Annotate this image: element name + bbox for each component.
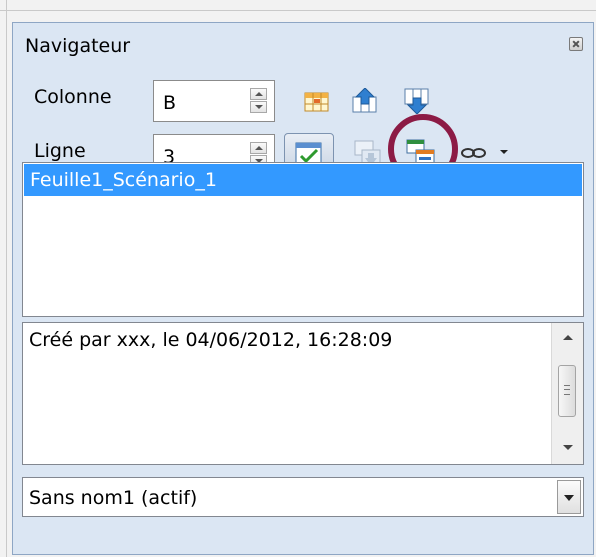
description-text: Créé par xxx, le 04/06/2012, 16:28:09 [29, 329, 393, 351]
column-value[interactable]: B [163, 92, 176, 114]
grid-line [6, 0, 7, 557]
row-label: Ligne [34, 140, 86, 162]
scroll-thumb[interactable] [558, 365, 576, 417]
column-spinbox[interactable]: B [153, 80, 275, 122]
scroll-down-icon[interactable] [552, 434, 583, 464]
start-icon[interactable] [352, 88, 380, 116]
chevron-down-icon[interactable] [557, 480, 581, 514]
list-item[interactable]: Feuille1_Scénario_1 [24, 164, 582, 196]
column-label: Colonne [34, 86, 112, 108]
column-spin-arrows[interactable] [250, 88, 267, 114]
spin-up-icon[interactable] [250, 142, 267, 154]
scenario-list[interactable]: Feuille1_Scénario_1 [22, 162, 584, 317]
document-select[interactable]: Sans nom1 (actif) [22, 477, 584, 517]
scenario-description[interactable]: Créé par xxx, le 04/06/2012, 16:28:09 [22, 322, 584, 465]
window-title: Navigateur [25, 35, 131, 57]
spin-up-icon[interactable] [250, 88, 267, 100]
grid-line [0, 10, 596, 11]
data-range-icon[interactable] [304, 90, 332, 118]
close-icon[interactable] [569, 37, 583, 51]
vertical-scrollbar[interactable] [551, 323, 583, 464]
document-select-value: Sans nom1 (actif) [29, 487, 198, 509]
spin-down-icon[interactable] [250, 101, 267, 113]
end-icon[interactable] [404, 88, 432, 116]
scroll-up-icon[interactable] [552, 323, 583, 353]
scenario-name: Feuille1_Scénario_1 [30, 169, 217, 191]
title-bar: Navigateur [13, 23, 593, 63]
